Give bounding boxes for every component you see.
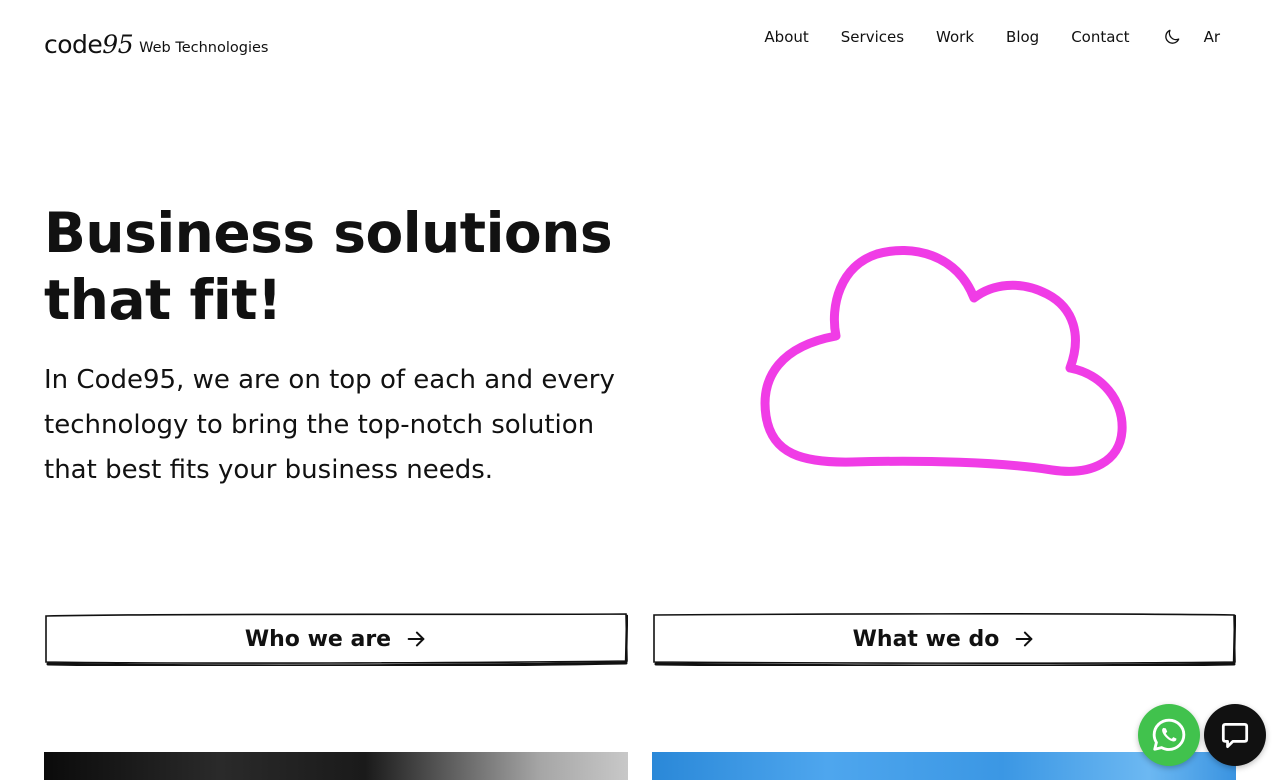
what-we-do-label: What we do: [852, 626, 1000, 652]
logo-mark: code95: [44, 30, 134, 59]
nav-about[interactable]: About: [764, 28, 808, 46]
hero-title: Business solutions that fit!: [44, 200, 644, 334]
site-header: code95 Web Technologies About Services W…: [0, 0, 1280, 90]
whatsapp-icon: [1152, 718, 1186, 751]
whatsapp-button[interactable]: [1138, 704, 1200, 766]
hero-title-line2: that fit!: [44, 268, 282, 332]
moon-icon[interactable]: [1162, 27, 1182, 47]
chat-icon: [1221, 722, 1249, 749]
what-we-do-button[interactable]: What we do: [652, 612, 1236, 666]
who-we-are-button[interactable]: Who we are: [44, 612, 628, 666]
nav-contact[interactable]: Contact: [1071, 28, 1129, 46]
cloud-icon: [752, 236, 1142, 486]
project-image-left[interactable]: [44, 752, 628, 780]
nav-blog[interactable]: Blog: [1006, 28, 1039, 46]
nav-work[interactable]: Work: [936, 28, 974, 46]
arrow-right-icon: [407, 631, 425, 647]
hero-description: In Code95, we are on top of each and eve…: [44, 365, 615, 485]
nav-services[interactable]: Services: [841, 28, 904, 46]
who-we-are-label: Who we are: [244, 626, 392, 652]
language-switch[interactable]: Ar: [1204, 28, 1220, 46]
main-nav: About Services Work Blog Contact Ar: [764, 26, 1220, 48]
hero-title-line1: Business solutions: [44, 201, 613, 265]
arrow-right-icon: [1016, 631, 1033, 647]
chat-button[interactable]: [1204, 704, 1266, 766]
logo[interactable]: code95 Web Technologies: [44, 30, 268, 60]
logo-subtitle: Web Technologies: [139, 40, 269, 56]
